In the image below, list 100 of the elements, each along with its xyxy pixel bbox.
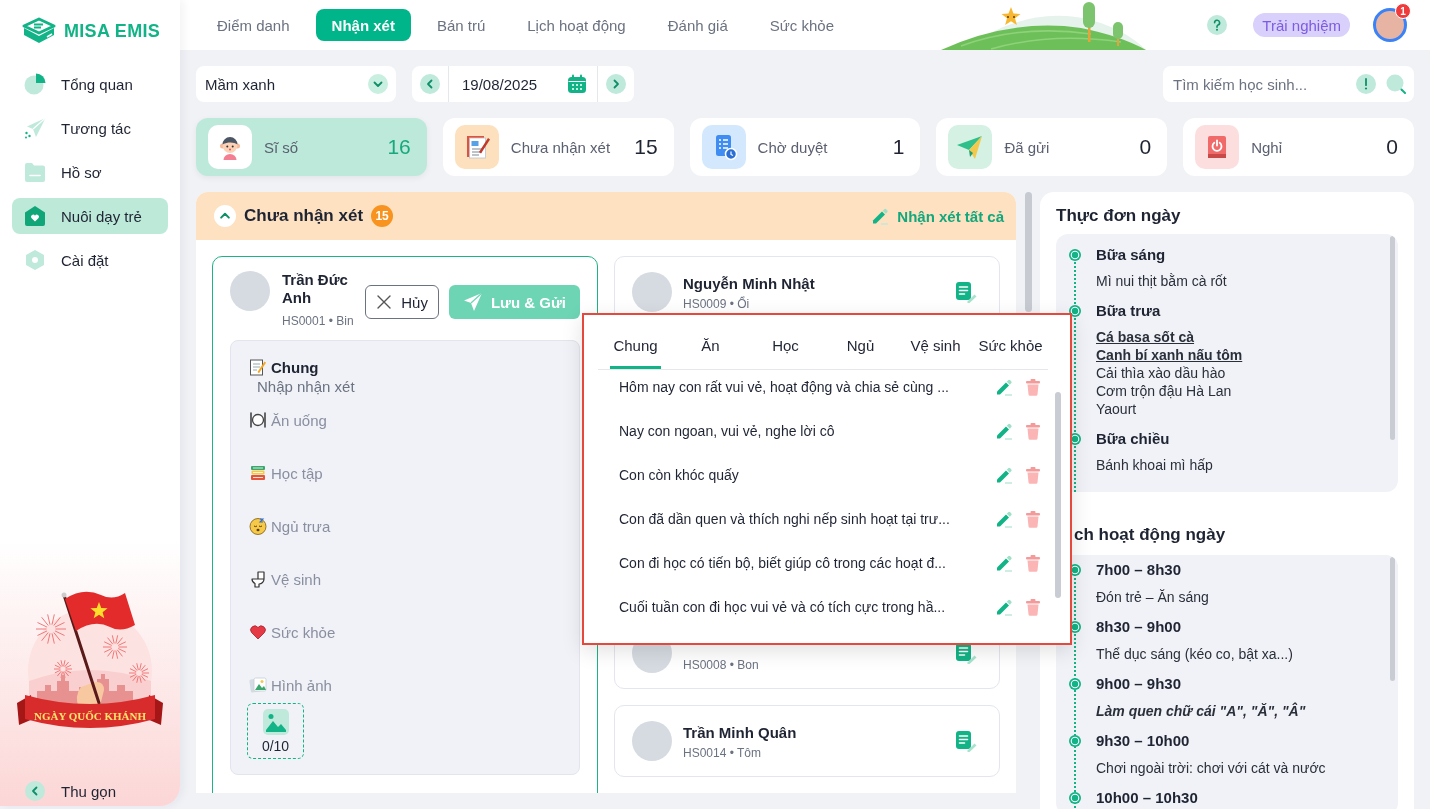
suggestion-text[interactable]: Cuối tuần con đi học vui vẻ và có tích cực trong hầ...: [619, 597, 984, 617]
trash-icon[interactable]: [1024, 466, 1042, 484]
class-select[interactable]: Mầm xanh: [196, 66, 396, 102]
timeline-dot-icon: [1069, 735, 1081, 747]
timeline-dot-icon: [1069, 249, 1081, 261]
section-label[interactable]: Chung: [249, 357, 319, 377]
category-tab[interactable]: Ăn: [698, 336, 723, 369]
search-field[interactable]: Tìm kiếm học sinh...: [1163, 66, 1414, 102]
stat-value: 15: [634, 135, 658, 159]
pencil-icon[interactable]: [995, 598, 1013, 616]
pencil-icon[interactable]: [995, 466, 1013, 484]
suggestion-text[interactable]: Nay con ngoan, vui vẻ, nghe lời cô: [619, 421, 984, 441]
timeline-dot-icon: [1069, 792, 1081, 804]
student-name: Trần Đức Anh: [282, 271, 349, 307]
activity-time: 9h00 – 9h30: [1096, 674, 1183, 694]
dish-item: Bánh khoai mì hấp: [1096, 456, 1214, 474]
student-code: HS0009 • Ổi: [683, 296, 751, 311]
suggestion-text[interactable]: Hôm nay con rất vui vẻ, hoạt động và chia sẻ cùng ...: [619, 377, 984, 397]
suggestion-text[interactable]: Con còn khóc quấy: [619, 465, 984, 485]
child-icon: [208, 125, 252, 169]
stat-card[interactable]: Đã gửi 0: [936, 118, 1168, 176]
scrollbar[interactable]: [1390, 557, 1395, 681]
pencil-icon[interactable]: [995, 554, 1013, 572]
trash-icon[interactable]: [1024, 554, 1042, 572]
photo-upload-box[interactable]: 0/10: [247, 703, 304, 759]
stat-card[interactable]: Sĩ số 16: [196, 118, 427, 176]
sidebar-item[interactable]: Cài đặt: [12, 242, 168, 278]
category-tab[interactable]: Chung: [610, 336, 661, 369]
dish-item: Canh bí xanh nấu tôm: [1096, 346, 1244, 364]
heart-icon: [249, 623, 267, 641]
nav-tab[interactable]: Điểm danh: [201, 9, 306, 41]
activity-time: 8h30 – 9h00: [1096, 617, 1183, 637]
student-photo: [632, 721, 672, 761]
sidebar-item[interactable]: Tổng quan: [12, 66, 168, 102]
chevron-left-icon: [25, 781, 45, 801]
note-icon[interactable]: [955, 730, 977, 752]
category-tab[interactable]: Học: [769, 336, 802, 369]
pencil-icon[interactable]: [871, 207, 890, 225]
pencil-icon[interactable]: [995, 422, 1013, 440]
collapse-button[interactable]: Thu gọn: [25, 776, 180, 806]
stat-label: Sĩ số: [264, 138, 300, 156]
trash-icon[interactable]: [1024, 598, 1042, 616]
note-icon[interactable]: [955, 281, 977, 303]
timeline-dot-icon: [1069, 678, 1081, 690]
scrollbar[interactable]: [1390, 236, 1395, 440]
chevron-left-icon[interactable]: [420, 74, 440, 94]
sidebar-item[interactable]: Nuôi dạy trẻ: [12, 198, 168, 234]
category-tab[interactable]: Sức khỏe: [975, 336, 1046, 369]
dish-item: Cơm trộn đậu Hà Lan: [1096, 382, 1233, 400]
nav-tab[interactable]: Bán trú: [420, 9, 502, 41]
trash-icon[interactable]: [1024, 510, 1042, 528]
stat-card[interactable]: Nghỉ 0: [1183, 118, 1414, 176]
suggestion-text[interactable]: Con đã dần quen và thích nghi nếp sinh hoạt tại trư...: [619, 509, 984, 529]
search-icon[interactable]: [1386, 74, 1406, 94]
calendar-icon: [567, 74, 587, 94]
sleeping-face-icon: [249, 517, 267, 535]
paper-plane-icon: [24, 117, 46, 139]
chevron-right-icon[interactable]: [606, 74, 626, 94]
cancel-button[interactable]: Hủy: [365, 285, 439, 319]
sidebar-item[interactable]: Tương tác: [12, 110, 168, 146]
scrollbar[interactable]: [1055, 392, 1061, 598]
activity-time: 10h00 – 10h30: [1096, 788, 1199, 808]
activity-time: 9h30 – 10h00: [1096, 731, 1191, 751]
activity-time: 7h00 – 8h30: [1096, 560, 1183, 580]
plate-cutlery-icon: [249, 411, 267, 429]
sidebar-item[interactable]: Hồ sơ: [12, 154, 168, 190]
activity-description: Chơi ngoài trời: chơi với cát và nước: [1096, 759, 1327, 777]
date-field[interactable]: 19/08/2025: [448, 66, 598, 102]
category-tab[interactable]: Ngủ: [843, 336, 878, 369]
student-name: Trần Minh Quân: [683, 722, 798, 742]
banner-text: NGÀY QUỐC KHÁNH: [34, 710, 146, 722]
count-badge: 15: [371, 205, 394, 227]
trash-icon[interactable]: [1024, 422, 1042, 440]
pencil-icon[interactable]: [995, 378, 1013, 396]
nav-tab[interactable]: Sức khỏe: [753, 9, 850, 41]
chevron-up-icon[interactable]: [214, 205, 236, 227]
stat-card[interactable]: Chưa nhận xét 15: [442, 118, 674, 176]
scrollbar[interactable]: [1025, 192, 1032, 312]
nav-tab[interactable]: Lịch hoạt động: [511, 9, 642, 41]
activity-description: Đón trẻ – Ăn sáng: [1096, 588, 1210, 606]
meal-name: Bữa sáng: [1096, 245, 1167, 265]
student-card[interactable]: Trần Minh Quân HS0014 • Tôm: [614, 705, 1000, 777]
student-photo: [230, 271, 270, 311]
comment-field[interactable]: Nhập nhận xét: [249, 377, 561, 410]
activity-description: Thể dục sáng (kéo co, bật xa...): [1096, 645, 1294, 663]
pencil-icon[interactable]: [995, 510, 1013, 528]
meal-name: Bữa trưa: [1096, 301, 1162, 321]
memo-icon: [249, 358, 267, 376]
trash-icon[interactable]: [1024, 378, 1042, 396]
chevron-down-icon: [368, 74, 388, 94]
stat-label: Chờ duyệt: [757, 138, 829, 156]
nav-tab[interactable]: Đánh giá: [651, 9, 744, 41]
stat-card[interactable]: Chờ duyệt 1: [689, 118, 921, 176]
user-avatar[interactable]: [1373, 8, 1407, 42]
help-icon[interactable]: [1207, 15, 1228, 35]
dish-item: Cải thìa xào dầu hào: [1096, 364, 1227, 382]
suggestion-text[interactable]: Con đi học có tiến bộ, biết giúp cô trong các hoạt đ...: [619, 553, 984, 573]
stat-label: Đã gửi: [1004, 138, 1051, 156]
category-tab[interactable]: Vệ sinh: [907, 336, 964, 369]
logo-text: MISA EMIS: [64, 20, 161, 42]
